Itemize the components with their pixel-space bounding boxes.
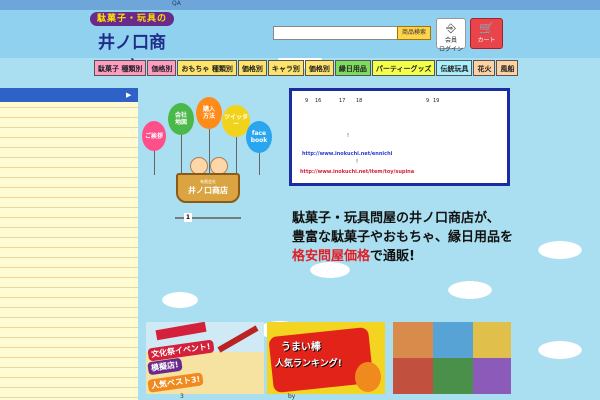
news-date: 17 [339, 98, 346, 104]
balloon-string [209, 129, 210, 175]
news-date: 9 [426, 98, 430, 104]
logo-tagline: 駄菓子・玩具の [90, 12, 174, 26]
basket: 有限会社 井ノ口商店 [176, 173, 240, 203]
banner-ribbon [155, 322, 207, 341]
photo-tile [473, 322, 511, 358]
nav-item-2[interactable]: おもちゃ 種類別 [177, 60, 237, 76]
news-mark: ! [356, 159, 359, 165]
member-login-button[interactable]: ⎆ 会員 ログイン [436, 18, 466, 53]
nav-item-4[interactable]: キャラ別 [267, 60, 304, 76]
banner-caption: by [288, 393, 296, 400]
banner-line-1: うまい棒 [281, 342, 321, 353]
site-logo[interactable]: 駄菓子・玩具の 井ノ口商店 [90, 12, 174, 78]
banner-umaibo[interactable]: うまい棒 人気ランキング! [267, 322, 385, 394]
news-link-supina[interactable]: http://www.inokuchi.net/item/toy/supina [300, 169, 414, 175]
balloon-1[interactable]: 会社 地図 [168, 103, 194, 135]
logo-title: 井ノ口商店 [98, 33, 166, 78]
top-strip [0, 0, 600, 10]
qa-link[interactable]: QA [172, 0, 181, 7]
left-sidebar-header [0, 88, 138, 102]
banner-line-2: 人気ランキング! [275, 359, 342, 369]
tagline-price: 格安問屋価格 [292, 249, 371, 264]
tagline: 駄菓子・玩具問屋の井ノ口商店が、 豊富な駄菓子やおもちゃ、縁日用品を 格安問屋価… [292, 209, 522, 266]
login-icon: ⎆ [446, 21, 456, 35]
balloon-basket: 有限会社 井ノ口商店 ご挨拶 会社 地図 購入 方法 ツイッター face book [142, 95, 274, 225]
photo-tile [393, 358, 433, 394]
nav-item-6[interactable]: 縁日用品 [334, 60, 371, 76]
nav-item-9[interactable]: 花火 [473, 60, 496, 76]
news-date: 16 [315, 98, 322, 104]
nav-item-10[interactable]: 風船 [496, 60, 519, 76]
basket-company-name: 井ノ口商店 [188, 186, 228, 195]
photo-tile [473, 358, 511, 394]
member-label-2: ログイン [438, 46, 463, 53]
photo-tile [393, 322, 433, 358]
nav-item-0[interactable]: 駄菓子 種類別 [94, 60, 147, 76]
balloon-string [154, 151, 155, 175]
pager-current[interactable]: 1 [184, 213, 192, 222]
news-link-ennichi[interactable]: http://www.inokuchi.net/ennichi [302, 151, 392, 157]
cart-label: カート [477, 37, 496, 44]
tagline-line-1: 駄菓子・玩具問屋の井ノ口商店が、 [292, 211, 500, 226]
tagline-line-3: 格安問屋価格で通販! [292, 247, 522, 266]
member-label-1: 会員 [444, 37, 457, 44]
balloon-string [259, 153, 260, 175]
news-mark: ! [347, 133, 350, 139]
nav-item-8[interactable]: 伝統玩具 [436, 60, 473, 76]
news-date: 9 [305, 98, 309, 104]
balloon-string [181, 135, 182, 175]
expand-arrow-icon[interactable]: ▶ [126, 91, 131, 99]
balloon-0[interactable]: ご挨拶 [142, 121, 166, 151]
photo-tile [433, 322, 473, 358]
cart-icon: 🛒 [479, 21, 494, 35]
tagline-line-2: 豊富な駄菓子やおもちゃ、縁日用品を [292, 230, 514, 245]
search-button[interactable]: 商品検索 [397, 26, 431, 40]
banner-caption: 3 [180, 393, 184, 400]
nav-item-3[interactable]: 価格別 [237, 60, 267, 76]
photo-tile [433, 358, 473, 394]
news-date: 18 [356, 98, 363, 104]
brush-decoration [217, 325, 259, 353]
banner-photo[interactable] [393, 322, 511, 394]
nav-item-1[interactable]: 価格別 [147, 60, 177, 76]
category-nav: 駄菓子 種類別 価格別 おもちゃ 種類別 価格別 キャラ別 価格別 縁日用品 パーティーグッズ… [94, 60, 519, 76]
cart-button[interactable]: 🛒 カート [470, 18, 503, 49]
tagline-tail: で通販! [370, 249, 415, 264]
balloon-string [236, 137, 237, 175]
slide-pager: 1 [175, 213, 241, 222]
banner-festival[interactable]: 文化祭イベント! 模擬店! 人気ベスト3! [146, 322, 264, 394]
nav-item-5[interactable]: 価格別 [304, 60, 334, 76]
nav-item-7[interactable]: パーティーグッズ [371, 60, 436, 76]
news-panel: 9 16 17 18 9 19 ! http://www.inokuchi.ne… [289, 88, 510, 186]
mascot-illustration [355, 362, 381, 392]
balloon-2[interactable]: 購入 方法 [196, 97, 222, 129]
news-date: 19 [433, 98, 440, 104]
left-sidebar [0, 88, 138, 400]
balloon-4[interactable]: face book [246, 121, 272, 153]
